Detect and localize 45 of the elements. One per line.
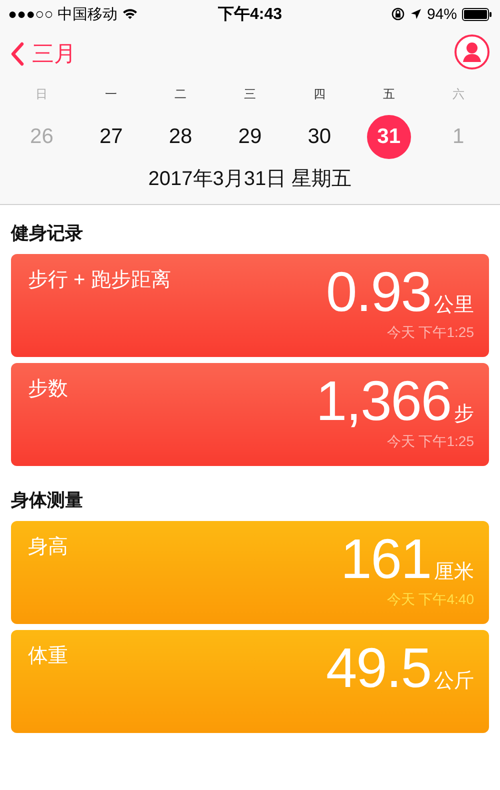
metric-time: 今天 下午1:25 (386, 433, 474, 451)
metric-card[interactable]: 体重 49.5公斤 (11, 630, 489, 733)
metric-value: 1,366 (316, 371, 451, 431)
weekday-label: 日 (34, 86, 49, 103)
weekday-label: 六 (451, 86, 466, 103)
metric-value: 49.5 (326, 638, 431, 698)
weekday-label: 三 (242, 86, 257, 103)
wifi-icon (122, 8, 138, 20)
back-button[interactable]: 三月 (10, 39, 76, 69)
metric-title: 身高 (28, 535, 68, 560)
weekday-label: 二 (174, 86, 188, 103)
metric-unit: 步 (454, 402, 474, 427)
location-arrow-icon (410, 8, 422, 20)
selected-date: 2017年3月31日 星期五 (147, 167, 353, 192)
metric-unit: 公里 (434, 293, 474, 318)
day-button[interactable]: 31 (366, 115, 411, 159)
day-button[interactable]: 1 (436, 115, 480, 159)
metric-time: 今天 下午4:40 (386, 591, 474, 609)
battery-icon (462, 8, 492, 20)
chevron-left-icon (10, 42, 24, 66)
metric-time: 今天 下午1:25 (386, 324, 474, 342)
day-button[interactable]: 26 (20, 115, 64, 159)
section-title: 健身记录 (11, 222, 84, 245)
day-button[interactable]: 29 (228, 115, 272, 159)
metric-value: 0.93 (326, 262, 431, 322)
metric-title: 步数 (28, 377, 68, 402)
metric-unit: 厘米 (434, 560, 474, 585)
weekday-label: 五 (382, 86, 396, 103)
metric-unit: 公斤 (434, 669, 474, 694)
weekday-label: 四 (312, 86, 326, 103)
day-button[interactable]: 30 (297, 115, 342, 159)
metric-card[interactable]: 身高 161 厘米 今天 下午4:40 (11, 521, 489, 624)
weekday-label: 一 (104, 86, 118, 103)
metric-card[interactable]: 步行 + 跑步距离 0.93 公里 今天 下午1:25 (11, 254, 489, 357)
section-title: 身体测量 (11, 489, 84, 512)
metric-value: 161 (340, 529, 431, 589)
metric-title: 体重 (28, 644, 68, 669)
day-button[interactable]: 28 (158, 115, 203, 159)
rotation-lock-icon (390, 7, 405, 21)
metric-title: 步行 + 跑步距离 (28, 268, 171, 293)
carrier-label: ●●●○○ 中国移动 (8, 4, 118, 24)
status-time: 下午4:43 (218, 4, 282, 24)
battery-percent: 94% (426, 6, 457, 22)
day-button[interactable]: 27 (89, 115, 134, 159)
metric-card[interactable]: 步数 1,366 步 今天 下午1:25 (11, 363, 489, 466)
